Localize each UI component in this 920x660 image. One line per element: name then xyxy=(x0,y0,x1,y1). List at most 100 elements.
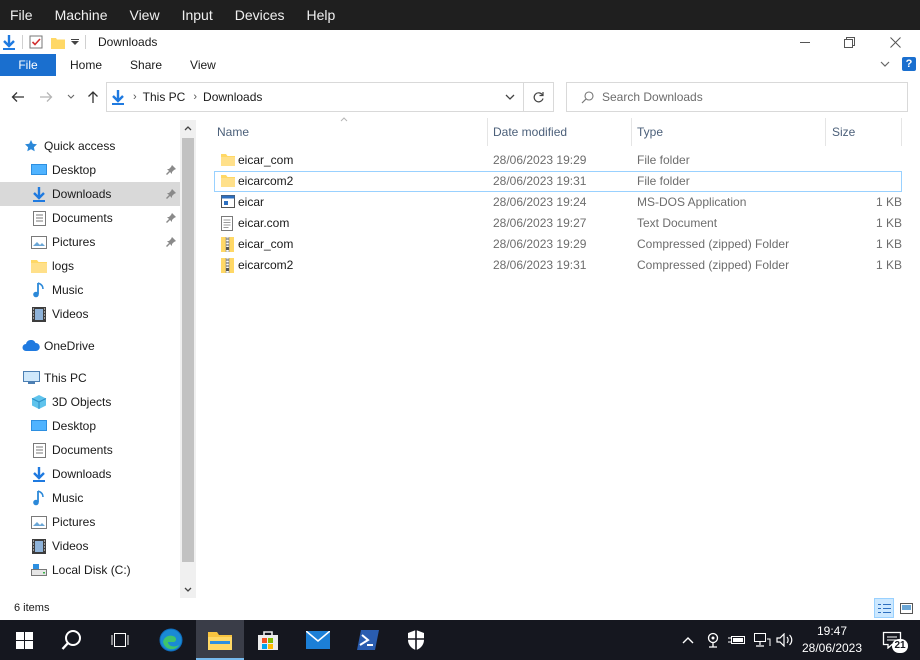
breadcrumb-separator-icon: › xyxy=(133,91,137,103)
scroll-down-icon[interactable] xyxy=(180,582,196,598)
task-view-button[interactable] xyxy=(96,620,144,660)
pin-icon[interactable] xyxy=(166,188,176,202)
network-icon[interactable] xyxy=(751,620,773,660)
search-icon xyxy=(581,90,594,104)
large-icons-view-button[interactable] xyxy=(896,598,916,618)
column-header-date[interactable]: Date modified xyxy=(488,118,632,146)
pin-icon[interactable] xyxy=(166,164,176,178)
file-row[interactable]: eicarcom2 28/06/2023 19:31 Compressed (z… xyxy=(214,255,902,276)
drive-icon xyxy=(30,561,48,579)
nav-this-pc[interactable]: This PC xyxy=(22,366,202,390)
nav-item-logs[interactable]: logs xyxy=(0,254,180,278)
column-header-name[interactable]: Name xyxy=(200,118,488,146)
notification-center-button[interactable]: 21 xyxy=(872,620,912,660)
refresh-button[interactable] xyxy=(524,82,554,112)
restore-button[interactable] xyxy=(826,30,872,54)
vm-menu-view[interactable]: View xyxy=(119,0,171,30)
back-button[interactable] xyxy=(8,84,28,110)
pin-icon[interactable] xyxy=(166,212,176,226)
clock-time: 19:47 xyxy=(816,624,848,638)
tab-share[interactable]: Share xyxy=(116,54,176,76)
nav-label: Desktop xyxy=(52,419,97,433)
quick-access-toolbar xyxy=(0,30,92,54)
nav-item-music[interactable]: Music xyxy=(0,486,180,510)
taskbar-clock[interactable]: 19:47 28/06/2023 xyxy=(800,623,864,657)
file-explorer-taskbar-icon[interactable] xyxy=(196,620,244,660)
tab-view[interactable]: View xyxy=(176,54,230,76)
nav-onedrive[interactable]: OneDrive xyxy=(22,334,202,358)
nav-item-music[interactable]: Music xyxy=(0,278,180,302)
breadcrumb-this-pc[interactable]: This PC xyxy=(143,90,186,104)
nav-item-desktop[interactable]: Desktop xyxy=(0,414,180,438)
nav-item-local-disk[interactable]: Local Disk (C:) xyxy=(0,558,180,582)
vm-menu-machine[interactable]: Machine xyxy=(45,0,120,30)
search-button[interactable] xyxy=(48,620,96,660)
powershell-icon[interactable] xyxy=(344,620,392,660)
nav-item-3d-objects[interactable]: 3D Objects xyxy=(0,390,180,414)
folder-icon xyxy=(30,257,48,275)
properties-icon[interactable] xyxy=(29,35,43,49)
column-header-type[interactable]: Type xyxy=(632,118,826,146)
nav-item-desktop[interactable]: Desktop xyxy=(0,158,180,182)
nav-item-downloads[interactable]: Downloads xyxy=(0,182,180,206)
security-shield-icon[interactable] xyxy=(392,620,440,660)
show-hidden-icons-icon[interactable] xyxy=(678,620,698,660)
expand-ribbon-icon[interactable] xyxy=(880,59,890,69)
store-icon[interactable] xyxy=(244,620,292,660)
download-icon xyxy=(30,465,48,483)
nav-item-videos[interactable]: Videos xyxy=(0,302,180,326)
pin-icon[interactable] xyxy=(166,236,176,250)
close-button[interactable] xyxy=(872,30,918,54)
status-bar: 6 items xyxy=(0,598,920,620)
scroll-up-icon[interactable] xyxy=(180,120,196,136)
start-button[interactable] xyxy=(0,620,48,660)
nav-scrollbar[interactable] xyxy=(180,120,196,598)
file-row[interactable]: eicar_com 28/06/2023 19:29 Compressed (z… xyxy=(214,234,902,255)
file-date: 28/06/2023 19:29 xyxy=(493,237,587,251)
file-row[interactable]: eicar.com 28/06/2023 19:27 Text Document… xyxy=(214,213,902,234)
up-button[interactable] xyxy=(84,84,102,110)
file-date: 28/06/2023 19:27 xyxy=(493,216,587,230)
mail-icon[interactable] xyxy=(294,620,342,660)
forward-button[interactable] xyxy=(36,84,56,110)
webcam-icon[interactable] xyxy=(703,620,723,660)
vm-menu-devices[interactable]: Devices xyxy=(225,0,297,30)
vm-menu-input[interactable]: Input xyxy=(172,0,225,30)
breadcrumb-downloads[interactable]: Downloads xyxy=(203,90,262,104)
download-icon xyxy=(30,185,48,203)
nav-item-pictures[interactable]: Pictures xyxy=(0,510,180,534)
column-header-size[interactable]: Size xyxy=(826,118,902,146)
help-icon[interactable]: ? xyxy=(902,57,916,71)
vm-menu-help[interactable]: Help xyxy=(297,0,348,30)
volume-icon[interactable] xyxy=(774,620,796,660)
nav-item-pictures[interactable]: Pictures xyxy=(0,230,180,254)
vm-menu-file[interactable]: File xyxy=(0,0,45,30)
battery-icon[interactable] xyxy=(726,620,748,660)
download-icon[interactable] xyxy=(2,34,16,50)
nav-item-documents[interactable]: Documents xyxy=(0,206,180,230)
music-icon xyxy=(30,489,48,507)
nav-item-downloads[interactable]: Downloads xyxy=(0,462,180,486)
nav-quick-access[interactable]: Quick access xyxy=(22,134,202,158)
nav-item-videos[interactable]: Videos xyxy=(0,534,180,558)
search-input[interactable]: Search Downloads xyxy=(566,82,908,112)
recent-locations-button[interactable] xyxy=(64,84,78,110)
new-folder-icon[interactable] xyxy=(51,36,65,49)
text-document-icon xyxy=(221,216,235,231)
tab-file[interactable]: File xyxy=(0,54,56,76)
file-row[interactable]: eicarcom2 28/06/2023 19:31 File folder xyxy=(214,171,902,192)
minimize-button[interactable] xyxy=(782,30,828,54)
edge-browser-icon[interactable] xyxy=(147,620,195,660)
file-size: 1 KB xyxy=(875,237,902,251)
customize-toolbar-icon[interactable] xyxy=(71,38,79,46)
address-bar[interactable]: › This PC › Downloads xyxy=(106,82,524,112)
file-date: 28/06/2023 19:31 xyxy=(493,174,587,188)
address-dropdown-icon[interactable] xyxy=(505,93,515,101)
scrollbar-thumb[interactable] xyxy=(182,138,194,562)
tab-home[interactable]: Home xyxy=(56,54,116,76)
file-row[interactable]: eicar_com 28/06/2023 19:29 File folder xyxy=(214,150,902,171)
file-row[interactable]: eicar 28/06/2023 19:24 MS-DOS Applicatio… xyxy=(214,192,902,213)
details-view-button[interactable] xyxy=(874,598,894,618)
sort-ascending-icon xyxy=(340,117,348,122)
nav-item-documents[interactable]: Documents xyxy=(0,438,180,462)
